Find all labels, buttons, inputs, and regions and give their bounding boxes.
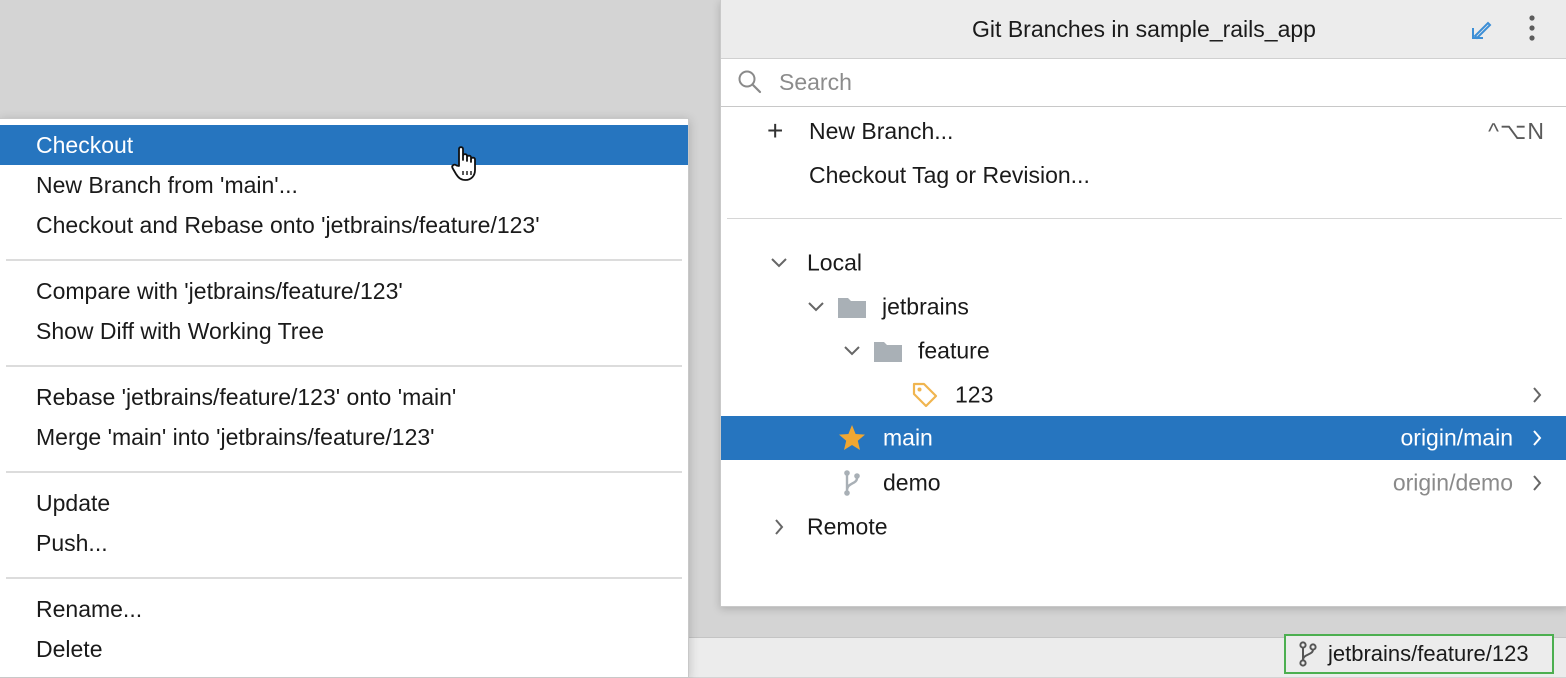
menu-divider — [6, 471, 682, 473]
new-branch-shortcut: ^⌥N — [1488, 117, 1545, 144]
divider — [727, 218, 1562, 219]
tag-icon — [912, 382, 938, 408]
more-options-icon[interactable] — [1526, 14, 1538, 42]
current-branch-widget[interactable]: jetbrains/feature/123 — [1284, 634, 1554, 674]
tree-node-local[interactable]: Local — [721, 241, 1566, 285]
menu-item-checkout-and-rebase[interactable]: Checkout and Rebase onto 'jetbrains/feat… — [0, 205, 688, 245]
menu-item-delete[interactable]: Delete — [0, 629, 688, 669]
menu-item-push[interactable]: Push... — [0, 523, 688, 563]
menu-item-checkout[interactable]: Checkout — [0, 125, 688, 165]
chevron-down-icon — [844, 346, 860, 356]
menu-item-label: Update — [36, 489, 111, 516]
menu-item-label: Push... — [36, 529, 108, 556]
search-icon — [738, 70, 762, 94]
tree-node-feature[interactable]: feature — [721, 329, 1566, 373]
edit-icon[interactable] — [1469, 16, 1495, 42]
new-branch-action[interactable]: + New Branch... ^⌥N — [721, 109, 1566, 153]
menu-item-show-diff[interactable]: Show Diff with Working Tree — [0, 311, 688, 351]
branch-row-main[interactable]: main origin/main — [721, 416, 1566, 460]
menu-divider — [6, 365, 682, 367]
menu-item-merge[interactable]: Merge 'main' into 'jetbrains/feature/123… — [0, 417, 688, 457]
tree-label-feature: feature — [918, 337, 990, 364]
new-branch-label: New Branch... — [809, 117, 954, 144]
checkout-tag-label: Checkout Tag or Revision... — [809, 161, 1090, 188]
tree-node-remote[interactable]: Remote — [721, 505, 1566, 549]
menu-item-label: Merge 'main' into 'jetbrains/feature/123… — [36, 423, 435, 450]
search-bar — [721, 58, 1566, 107]
menu-item-label: Show Diff with Working Tree — [36, 317, 325, 344]
tracking-branch-main: origin/main — [1400, 424, 1514, 451]
menu-item-label: Rebase 'jetbrains/feature/123' onto 'mai… — [36, 383, 457, 410]
menu-item-compare[interactable]: Compare with 'jetbrains/feature/123' — [0, 271, 688, 311]
tree-label-jetbrains: jetbrains — [882, 293, 969, 320]
popup-header: Git Branches in sample_rails_app — [721, 0, 1566, 59]
chevron-down-icon — [808, 302, 824, 312]
chevron-down-icon — [771, 258, 787, 268]
chevron-right-icon — [775, 519, 784, 535]
tree-node-jetbrains[interactable]: jetbrains — [721, 285, 1566, 329]
menu-item-label: Rename... — [36, 595, 143, 622]
branch-row-demo[interactable]: demo origin/demo — [721, 461, 1566, 505]
menu-item-label: Compare with 'jetbrains/feature/123' — [36, 277, 403, 304]
menu-item-rename[interactable]: Rename... — [0, 589, 688, 629]
tree-label-local: Local — [807, 249, 862, 276]
tracking-branch-demo: origin/demo — [1392, 469, 1513, 496]
menu-item-label: Checkout and Rebase onto 'jetbrains/feat… — [36, 211, 540, 238]
chevron-right-icon — [1533, 387, 1542, 403]
branch-label-123: 123 — [955, 381, 994, 408]
star-icon — [839, 425, 865, 450]
menu-item-label: Delete — [36, 635, 103, 662]
menu-item-label: New Branch from 'main'... — [36, 171, 298, 198]
tree-label-remote: Remote — [807, 513, 888, 540]
menu-item-rebase[interactable]: Rebase 'jetbrains/feature/123' onto 'mai… — [0, 377, 688, 417]
git-branch-icon — [844, 470, 860, 496]
popup-title: Git Branches in sample_rails_app — [972, 15, 1316, 42]
branch-label-demo: demo — [883, 469, 941, 496]
search-input[interactable] — [779, 68, 1539, 96]
git-branch-icon — [1299, 641, 1317, 667]
folder-icon — [838, 298, 866, 318]
chevron-right-icon — [1533, 430, 1542, 446]
branch-row-123[interactable]: 123 — [721, 373, 1566, 417]
folder-icon — [874, 342, 902, 362]
current-branch-label: jetbrains/feature/123 — [1328, 641, 1529, 666]
plus-icon: + — [767, 115, 784, 146]
menu-item-new-branch-from[interactable]: New Branch from 'main'... — [0, 165, 688, 205]
menu-divider — [6, 577, 682, 579]
branch-label-main: main — [883, 424, 933, 451]
branch-context-menu: Checkout New Branch from 'main'... Check… — [0, 118, 689, 678]
chevron-right-icon — [1533, 475, 1542, 491]
checkout-tag-action[interactable]: Checkout Tag or Revision... — [721, 153, 1566, 197]
menu-item-label: Checkout — [36, 131, 134, 158]
git-branches-popup: Git Branches in sample_rails_app + New B… — [720, 0, 1566, 607]
hand-pointer-icon — [451, 146, 476, 181]
menu-item-update[interactable]: Update — [0, 483, 688, 523]
menu-divider — [6, 259, 682, 261]
